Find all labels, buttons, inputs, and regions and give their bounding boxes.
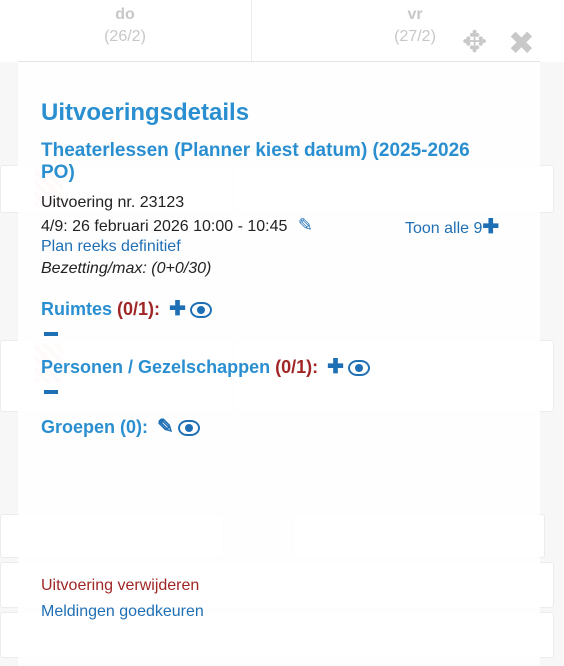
minus-icon[interactable] (44, 390, 58, 394)
popup-actions: Uitvoering verwijderen Meldingen goedkeu… (41, 573, 204, 625)
persons-section-header: Personen / Gezelschappen (0/1): ✚ (41, 356, 521, 378)
day-date: (27/2) (394, 28, 436, 45)
day-date: (26/2) (104, 28, 146, 45)
occupancy-text: Bezetting/max: (0+0/30) (41, 260, 212, 277)
course-title: Theaterlessen (Planner kiest datum) (202… (41, 140, 470, 183)
minus-icon[interactable] (44, 332, 58, 336)
rooms-section-header: Ruimtes (0/1): ✚ (41, 298, 521, 320)
day-name: vr (407, 6, 423, 23)
approve-notifications-link[interactable]: Meldingen goedkeuren (41, 599, 204, 625)
persons-count: (0/1): (275, 357, 319, 377)
performance-datetime: 4/9: 26 februari 2026 10:00 - 10:45 ✎ (41, 214, 313, 238)
show-all-link[interactable]: Toon alle 9✚ (405, 214, 499, 239)
plus-icon[interactable]: ✚ (169, 298, 186, 320)
plan-series-link[interactable]: Plan reeks definitief (41, 236, 521, 258)
day-column-do[interactable]: do (26/2) (0, 4, 250, 48)
eye-icon[interactable] (347, 360, 370, 377)
rooms-label[interactable]: Ruimtes (41, 299, 112, 319)
pencil-icon[interactable]: ✎ (157, 416, 174, 438)
eye-icon[interactable] (189, 302, 212, 319)
performance-number: Uitvoering nr. 23123 (41, 194, 185, 211)
datetime-row: 4/9: 26 februari 2026 10:00 - 10:45 ✎ To… (41, 214, 521, 239)
plus-icon: ✚ (482, 216, 500, 238)
day-column-vr[interactable]: vr (27/2) (290, 4, 540, 48)
groups-label[interactable]: Groepen (0): (41, 417, 148, 437)
rooms-count: (0/1): (117, 299, 161, 319)
delete-performance-link[interactable]: Uitvoering verwijderen (41, 573, 204, 599)
eye-icon[interactable] (177, 420, 200, 437)
popup-title: Uitvoeringsdetails (41, 99, 250, 126)
pencil-icon[interactable]: ✎ (298, 214, 313, 236)
move-icon[interactable]: ✥ (462, 28, 487, 58)
close-icon[interactable]: ✖ (508, 27, 535, 59)
persons-label[interactable]: Personen / Gezelschappen (41, 357, 270, 377)
day-name: do (115, 6, 135, 23)
datetime-text: 4/9: 26 februari 2026 10:00 - 10:45 (41, 218, 288, 235)
groups-section-header: Groepen (0): ✎ (41, 416, 521, 438)
plus-icon[interactable]: ✚ (327, 356, 344, 378)
column-divider (251, 0, 252, 62)
performance-details-popup: Uitvoeringsdetails Theaterlessen (Planne… (41, 98, 521, 438)
show-all-label: Toon alle 9 (405, 220, 483, 237)
